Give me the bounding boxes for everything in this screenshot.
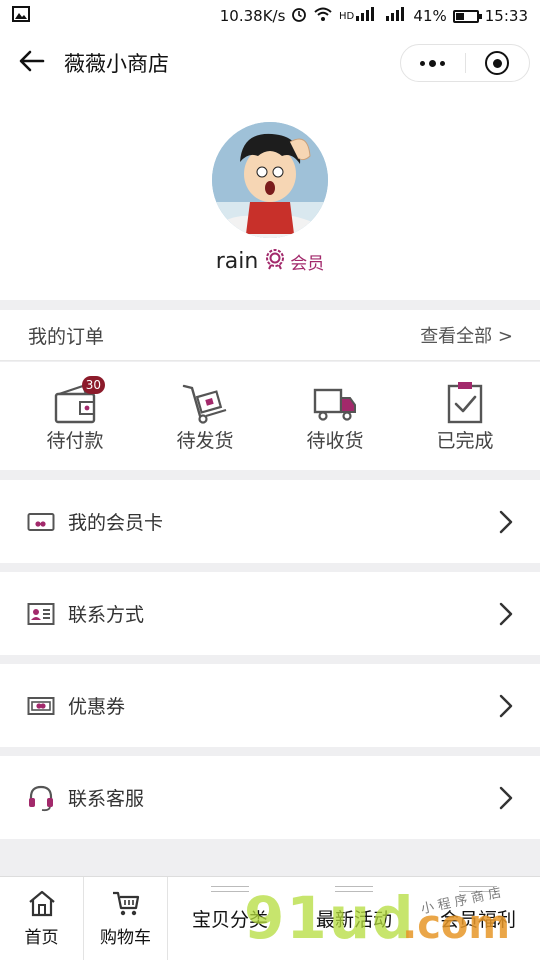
- headset-icon: [26, 783, 56, 813]
- battery-fill: [455, 12, 464, 20]
- chevron-right-icon: [486, 694, 526, 718]
- clipboard-check-icon: [441, 380, 489, 424]
- alarm-icon: [291, 6, 307, 26]
- member-badge: 会员: [264, 248, 324, 275]
- wallet-icon: 30: [51, 375, 105, 424]
- order-label: 已完成: [436, 429, 494, 452]
- tab-label: 首页: [24, 928, 59, 948]
- grip-lines-icon: [211, 886, 249, 892]
- tab-categories[interactable]: 宝贝分类: [168, 877, 292, 960]
- target-circle-icon: [485, 51, 510, 75]
- avatar[interactable]: [212, 122, 328, 238]
- menu-contact-info[interactable]: 联系方式: [0, 572, 540, 655]
- profile-section: rain 会员: [0, 94, 540, 300]
- wifi-icon: [313, 6, 333, 26]
- chevron-right-icon: [486, 602, 526, 626]
- menu-member-card[interactable]: 我的会员卡: [0, 480, 540, 563]
- order-to-ship[interactable]: 待发货: [150, 380, 260, 453]
- view-all-orders-link[interactable]: 查看全部 >: [420, 322, 513, 348]
- menu-label: 联系客服: [68, 788, 145, 810]
- page-title: 薇薇小商店: [64, 52, 169, 76]
- menu-label: 联系方式: [68, 604, 145, 626]
- chevron-right-icon: [486, 510, 526, 534]
- more-button[interactable]: [401, 45, 465, 81]
- cart-icon: [111, 889, 141, 921]
- chevron-right-icon: [486, 786, 526, 810]
- more-dots-icon: [420, 59, 446, 67]
- tab-member-benefits[interactable]: 会员福利: [416, 877, 540, 960]
- signal-icon: [385, 6, 407, 26]
- order-pending-payment[interactable]: 30 待付款: [20, 375, 130, 453]
- tab-label: 购物车: [100, 928, 151, 948]
- order-label: 待付款: [46, 429, 104, 452]
- order-label: 待收货: [306, 429, 364, 452]
- order-status-row: 30 待付款 待发货 待收货 已完成: [0, 362, 540, 470]
- order-completed[interactable]: 已完成: [410, 380, 520, 453]
- nav-bar: 薇薇小商店: [0, 32, 540, 94]
- user-line: rain 会员: [215, 248, 324, 275]
- menu-customer-service[interactable]: 联系客服: [0, 756, 540, 839]
- orders-title: 我的订单: [28, 325, 105, 348]
- hd-signal-icon: HD: [339, 6, 379, 26]
- delivery-truck-icon: [311, 380, 359, 424]
- tab-cart[interactable]: 购物车: [84, 877, 168, 960]
- tab-label: 会员福利: [439, 909, 516, 931]
- mini-program-capsule: [400, 44, 530, 82]
- id-card-icon: [26, 599, 56, 629]
- arrow-left-icon: [19, 50, 45, 76]
- tab-bar: 首页 购物车 宝贝分类 最新活动 会员福利: [0, 876, 540, 960]
- tab-label: 最新活动: [315, 909, 392, 931]
- hand-truck-icon: [181, 380, 229, 424]
- back-button[interactable]: [0, 32, 64, 94]
- status-right: 10.38K/s HD 41% 15:33: [220, 6, 528, 26]
- status-left: [12, 6, 30, 26]
- network-speed: 10.38K/s: [219, 7, 286, 25]
- image-notification-icon: [12, 6, 30, 26]
- status-bar: 10.38K/s HD 41% 15:33: [0, 0, 540, 32]
- battery-percent: 41%: [413, 7, 447, 25]
- menu-coupons[interactable]: 优惠券: [0, 664, 540, 747]
- grip-lines-icon: [459, 886, 497, 892]
- order-to-receive[interactable]: 待收货: [280, 380, 390, 453]
- grip-lines-icon: [335, 886, 373, 892]
- battery-icon: [452, 9, 482, 23]
- menu-label: 优惠券: [68, 696, 126, 718]
- tab-home[interactable]: 首页: [0, 877, 84, 960]
- close-mini-program-button[interactable]: [466, 45, 530, 81]
- order-label: 待发货: [176, 429, 234, 452]
- clock: 15:33: [484, 7, 528, 25]
- orders-header: 我的订单 查看全部 >: [0, 310, 540, 361]
- pending-payment-badge: 30: [81, 375, 105, 394]
- home-icon: [27, 889, 57, 921]
- member-label: 会员: [290, 254, 325, 274]
- menu-label: 我的会员卡: [68, 512, 164, 534]
- tab-latest-activities[interactable]: 最新活动: [292, 877, 416, 960]
- medal-icon: [264, 248, 286, 275]
- svg-text:HD: HD: [339, 11, 355, 22]
- tab-label: 宝贝分类: [191, 909, 268, 931]
- username: rain: [215, 249, 259, 274]
- member-card-icon: [26, 507, 56, 537]
- coupon-icon: [26, 691, 56, 721]
